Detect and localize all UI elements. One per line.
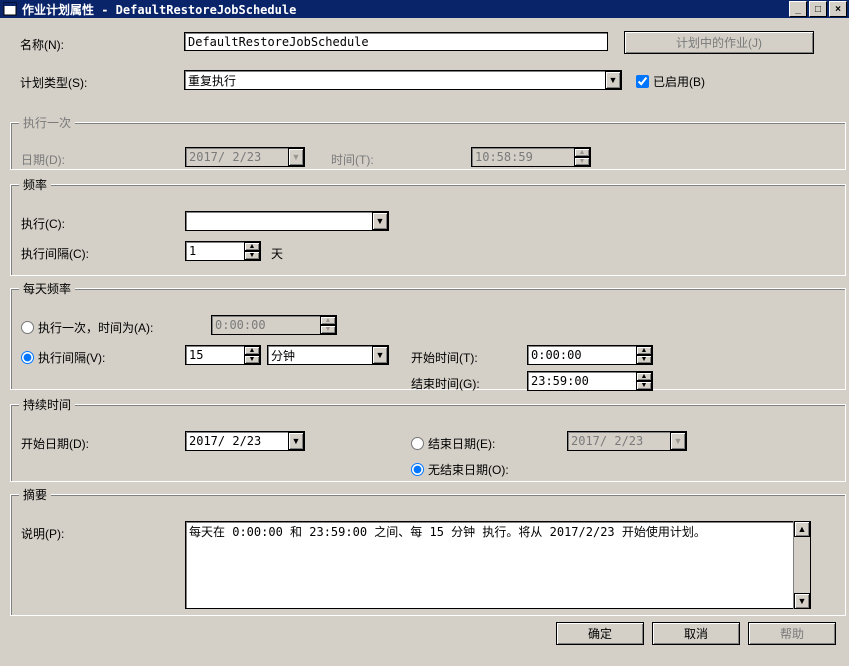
- once-time-label: 时间(T):: [331, 151, 374, 168]
- daily-start-input[interactable]: [527, 345, 653, 365]
- once-date-label: 日期(D):: [21, 151, 65, 168]
- freq-exec-label: 执行(C):: [21, 215, 65, 232]
- summary-desc-label: 说明(P):: [21, 525, 64, 542]
- duration-group: 持续时间 开始日期(D): ▼ 结束日期(E): ▼ 无结束日期(O):: [10, 396, 846, 482]
- once-time-input: [471, 147, 591, 167]
- jobs-in-schedule-button[interactable]: 计划中的作业(J): [624, 31, 814, 54]
- app-icon: [2, 1, 18, 17]
- duration-end-input: [567, 431, 687, 451]
- duration-start-drop-icon[interactable]: ▼: [288, 432, 304, 450]
- daily-unit-drop-icon[interactable]: ▼: [372, 346, 388, 364]
- once-date-drop-icon: ▼: [288, 148, 304, 166]
- dialog-window: 作业计划属性 - DefaultRestoreJobSchedule _ □ ×…: [0, 0, 849, 666]
- duration-end-label: 结束日期(E):: [428, 435, 495, 452]
- name-label: 名称(N):: [20, 36, 180, 53]
- help-button[interactable]: 帮助: [748, 622, 836, 645]
- titlebar: 作业计划属性 - DefaultRestoreJobSchedule _ □ ×: [0, 0, 849, 18]
- scroll-up-icon[interactable]: ▲: [794, 521, 810, 537]
- spin-down-icon[interactable]: ▼: [244, 355, 260, 364]
- enabled-label: 已启用(B): [653, 73, 705, 90]
- daily-end-label: 结束时间(G):: [411, 375, 480, 392]
- daily-legend: 每天频率: [19, 280, 75, 297]
- summary-desc-text[interactable]: [185, 521, 811, 609]
- cancel-button[interactable]: 取消: [652, 622, 740, 645]
- duration-legend: 持续时间: [19, 396, 75, 413]
- spin-up-icon[interactable]: ▲: [244, 346, 260, 355]
- spin-up-icon: ▲: [320, 316, 336, 325]
- spin-up-icon[interactable]: ▲: [244, 242, 260, 251]
- daily-end-input[interactable]: [527, 371, 653, 391]
- minimize-button[interactable]: _: [789, 1, 807, 17]
- type-combo[interactable]: [184, 70, 622, 90]
- daily-start-label: 开始时间(T):: [411, 349, 478, 366]
- spin-down-icon[interactable]: ▼: [244, 251, 260, 260]
- freq-exec-drop-icon[interactable]: ▼: [372, 212, 388, 230]
- duration-start-input[interactable]: [185, 431, 305, 451]
- type-label: 计划类型(S):: [20, 74, 87, 91]
- duration-start-label: 开始日期(D):: [21, 435, 89, 452]
- type-combo-drop-icon[interactable]: ▼: [605, 71, 621, 89]
- close-button[interactable]: ×: [829, 1, 847, 17]
- daily-once-radio[interactable]: [21, 321, 34, 334]
- frequency-group: 频率 执行(C): ▼ 执行间隔(C): ▲▼ 天: [10, 176, 846, 276]
- freq-exec-combo[interactable]: [185, 211, 389, 231]
- name-input[interactable]: [184, 32, 608, 51]
- spin-down-icon: ▼: [320, 325, 336, 334]
- duration-noend-label: 无结束日期(O):: [428, 461, 509, 478]
- summary-legend: 摘要: [19, 486, 51, 503]
- maximize-button[interactable]: □: [809, 1, 827, 17]
- daily-interval-label: 执行间隔(V):: [38, 349, 105, 366]
- once-group: 执行一次 日期(D): ▼ 时间(T): ▲▼: [10, 114, 846, 170]
- enabled-checkbox[interactable]: [636, 75, 649, 88]
- duration-noend-radio[interactable]: [411, 463, 424, 476]
- window-title: 作业计划属性 - DefaultRestoreJobSchedule: [22, 1, 789, 18]
- ok-button[interactable]: 确定: [556, 622, 644, 645]
- scroll-down-icon[interactable]: ▼: [794, 593, 810, 609]
- daily-once-time: [211, 315, 337, 335]
- daily-group: 每天频率 执行一次，时间为(A): ▲▼ 执行间隔(V): ▲▼ ▼ 开: [10, 280, 846, 390]
- once-legend: 执行一次: [19, 114, 75, 131]
- daily-interval-unit-combo[interactable]: [267, 345, 389, 365]
- spin-up-icon[interactable]: ▲: [636, 372, 652, 381]
- frequency-legend: 频率: [19, 176, 51, 193]
- client-area: 名称(N): 计划中的作业(J) 计划类型(S): ▼ 已启用(B) 执行一次 …: [0, 18, 849, 666]
- once-date-input: [185, 147, 305, 167]
- summary-group: 摘要 说明(P): ▲ ▼: [10, 486, 846, 616]
- freq-interval-unit: 天: [271, 245, 283, 262]
- spin-down-icon[interactable]: ▼: [636, 381, 652, 390]
- duration-end-drop-icon: ▼: [670, 432, 686, 450]
- spin-up-icon[interactable]: ▲: [636, 346, 652, 355]
- duration-end-radio[interactable]: [411, 437, 424, 450]
- daily-interval-radio[interactable]: [21, 351, 34, 364]
- spin-down-icon[interactable]: ▼: [636, 355, 652, 364]
- daily-once-label: 执行一次，时间为(A):: [38, 319, 153, 336]
- freq-interval-label: 执行间隔(C):: [21, 245, 89, 262]
- spin-up-icon: ▲: [574, 148, 590, 157]
- spin-down-icon: ▼: [574, 157, 590, 166]
- summary-scrollbar[interactable]: ▲ ▼: [793, 521, 810, 609]
